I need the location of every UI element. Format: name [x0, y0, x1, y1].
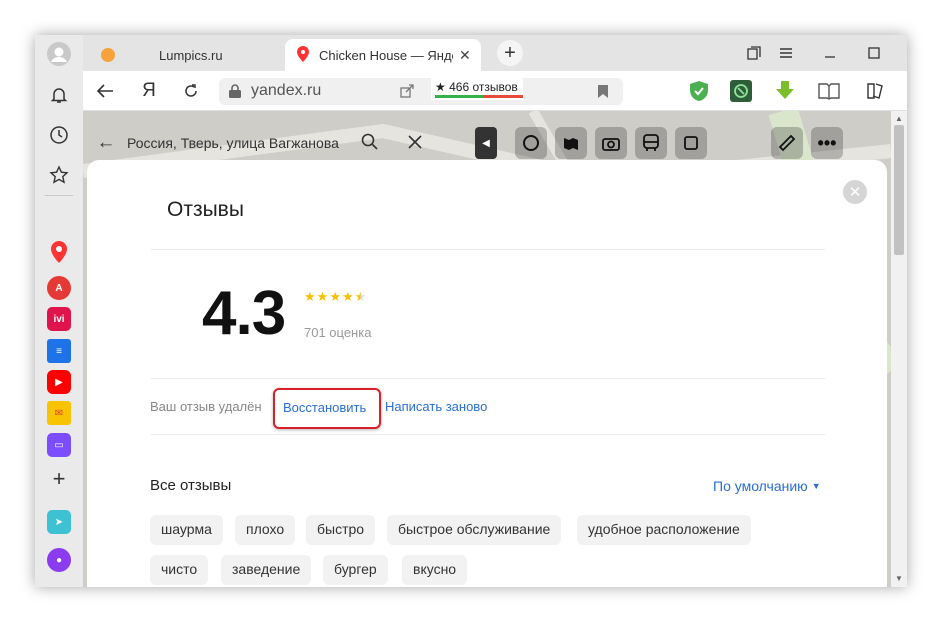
- tab-label: Chicken House — Яндекс: [319, 47, 453, 63]
- scroll-down-icon[interactable]: ▼: [895, 574, 903, 583]
- tab-close-icon[interactable]: ✕: [459, 47, 471, 64]
- close-panel-icon[interactable]: ✕: [843, 180, 867, 204]
- minimize-icon[interactable]: [817, 41, 843, 65]
- lumpics-favicon-icon: [101, 48, 115, 62]
- adguard-shield-icon[interactable]: [687, 79, 711, 103]
- tab-strip: Lumpics.ru Chicken House — Яндекс ✕ +: [83, 35, 907, 71]
- close-window-icon[interactable]: [905, 41, 907, 65]
- divider: [151, 434, 825, 435]
- map-clear-icon[interactable]: [408, 134, 422, 152]
- alice-assistant-icon[interactable]: ●: [47, 548, 71, 572]
- maps-favicon-icon: [297, 45, 309, 65]
- star-full-icon: ★: [316, 289, 329, 304]
- chevron-down-icon: ▼: [811, 481, 821, 491]
- share-icon[interactable]: [399, 83, 415, 104]
- reviews-rating-bar: [435, 95, 523, 98]
- browser-window: A ivi ≡ ▶ ✉ ▭ + ➤ ● Lumpics.ru Chicken H…: [35, 35, 907, 587]
- rating-count: 701 оценка: [304, 325, 372, 340]
- bookmark-icon[interactable]: [597, 84, 609, 104]
- profile-avatar-icon[interactable]: [46, 41, 72, 67]
- reload-icon[interactable]: [179, 79, 203, 103]
- panel-title: Отзывы: [167, 198, 244, 221]
- new-tab-button[interactable]: +: [497, 40, 523, 66]
- download-extension-icon[interactable]: [773, 79, 797, 103]
- sort-dropdown[interactable]: По умолчанию ▼: [713, 478, 821, 494]
- rating-stars: ★ ★ ★ ★ ★: [304, 289, 367, 305]
- menu-icon[interactable]: [773, 41, 799, 65]
- transport-bus-icon[interactable]: [635, 127, 667, 159]
- collections-icon[interactable]: [863, 79, 887, 103]
- messenger-app-icon[interactable]: ▭: [47, 433, 71, 457]
- panorama-icon[interactable]: [555, 127, 587, 159]
- rewrite-review-link[interactable]: Написать заново: [385, 399, 487, 414]
- map-layer-tools: [515, 127, 715, 159]
- tabs-overview-icon[interactable]: [741, 41, 767, 65]
- tag-chip[interactable]: шаурма: [150, 515, 223, 545]
- star-full-icon: ★: [304, 289, 316, 304]
- map-layers-icon[interactable]: [515, 127, 547, 159]
- tag-chip[interactable]: быстро: [306, 515, 376, 545]
- url-text: yandex.ru: [251, 82, 322, 99]
- map-search-bar: ← Россия, Тверь, улица Вагжанова: [91, 123, 435, 163]
- star-full-icon: ★: [341, 289, 354, 304]
- tag-chip[interactable]: заведение: [221, 555, 312, 585]
- address-field[interactable]: yandex.ru: [219, 78, 623, 105]
- mail-app-icon[interactable]: ✉: [47, 401, 71, 425]
- vpn-extension-icon[interactable]: [729, 79, 753, 103]
- tab-lumpics[interactable]: Lumpics.ru: [91, 39, 281, 71]
- maximize-icon[interactable]: [861, 41, 887, 65]
- page-scrollbar[interactable]: ▲ ▼: [891, 111, 907, 587]
- tab-chicken-house[interactable]: Chicken House — Яндекс ✕: [285, 39, 481, 71]
- tag-chip[interactable]: быстрое обслуживание: [387, 515, 562, 545]
- translate-app-icon[interactable]: A: [47, 276, 71, 300]
- docs-app-icon[interactable]: ≡: [47, 339, 71, 363]
- youtube-app-icon[interactable]: ▶: [47, 370, 71, 394]
- tag-chip[interactable]: вкусно: [402, 555, 468, 585]
- scroll-up-icon[interactable]: ▲: [895, 114, 903, 123]
- add-app-icon[interactable]: +: [46, 466, 72, 492]
- tag-chip[interactable]: чисто: [150, 555, 209, 585]
- site-reviews-badge[interactable]: ★ 466 отзывов: [431, 78, 523, 100]
- reader-mode-icon[interactable]: [817, 79, 841, 103]
- bell-icon[interactable]: [46, 82, 72, 108]
- history-clock-icon[interactable]: [46, 122, 72, 148]
- browser-sidebar: A ivi ≡ ▶ ✉ ▭ + ➤ ●: [35, 35, 83, 587]
- map-square-icon[interactable]: [675, 127, 707, 159]
- tag-chip[interactable]: удобное расположение: [577, 515, 751, 545]
- star-full-icon: ★: [329, 289, 341, 304]
- review-deleted-message: Ваш отзыв удалён: [150, 399, 262, 414]
- sidebar-separator: [45, 195, 73, 196]
- ruler-icon[interactable]: [771, 127, 803, 159]
- bookmarks-star-icon[interactable]: [46, 162, 72, 188]
- star-half-icon: ★: [354, 289, 367, 304]
- direct-app-icon[interactable]: ➤: [47, 510, 71, 534]
- tab-label: Lumpics.ru: [159, 47, 223, 63]
- back-arrow-icon[interactable]: [93, 79, 117, 103]
- tag-chip[interactable]: бургер: [323, 555, 388, 585]
- restore-highlight-box: Восстановить: [273, 388, 381, 429]
- lock-icon[interactable]: [227, 83, 243, 99]
- map-back-arrow-icon[interactable]: ←: [91, 132, 121, 154]
- maps-pin-icon[interactable]: [46, 239, 72, 265]
- ivi-app-icon[interactable]: ivi: [47, 307, 71, 331]
- map-panel-toggle-icon[interactable]: ◀: [475, 127, 497, 159]
- divider: [151, 249, 825, 250]
- all-reviews-heading: Все отзывы: [150, 477, 232, 494]
- photo-camera-icon[interactable]: [595, 127, 627, 159]
- reviews-badge-text: ★ 466 отзывов: [435, 80, 518, 94]
- tag-chip[interactable]: плохо: [235, 515, 296, 545]
- restore-review-link[interactable]: Восстановить: [283, 400, 366, 415]
- yandex-button[interactable]: Я: [137, 79, 161, 103]
- scroll-thumb[interactable]: [894, 125, 904, 255]
- rating-score: 4.3: [202, 279, 286, 348]
- more-options-icon[interactable]: •••: [811, 127, 843, 159]
- sort-dropdown-label: По умолчанию: [713, 478, 808, 494]
- map-search-icon[interactable]: [361, 133, 378, 153]
- divider: [151, 378, 825, 379]
- reviews-panel: ✕ Отзывы 4.3 ★ ★ ★ ★ ★ 701 оценка Ваш от…: [87, 160, 887, 587]
- map-search-input[interactable]: Россия, Тверь, улица Вагжанова: [127, 135, 343, 151]
